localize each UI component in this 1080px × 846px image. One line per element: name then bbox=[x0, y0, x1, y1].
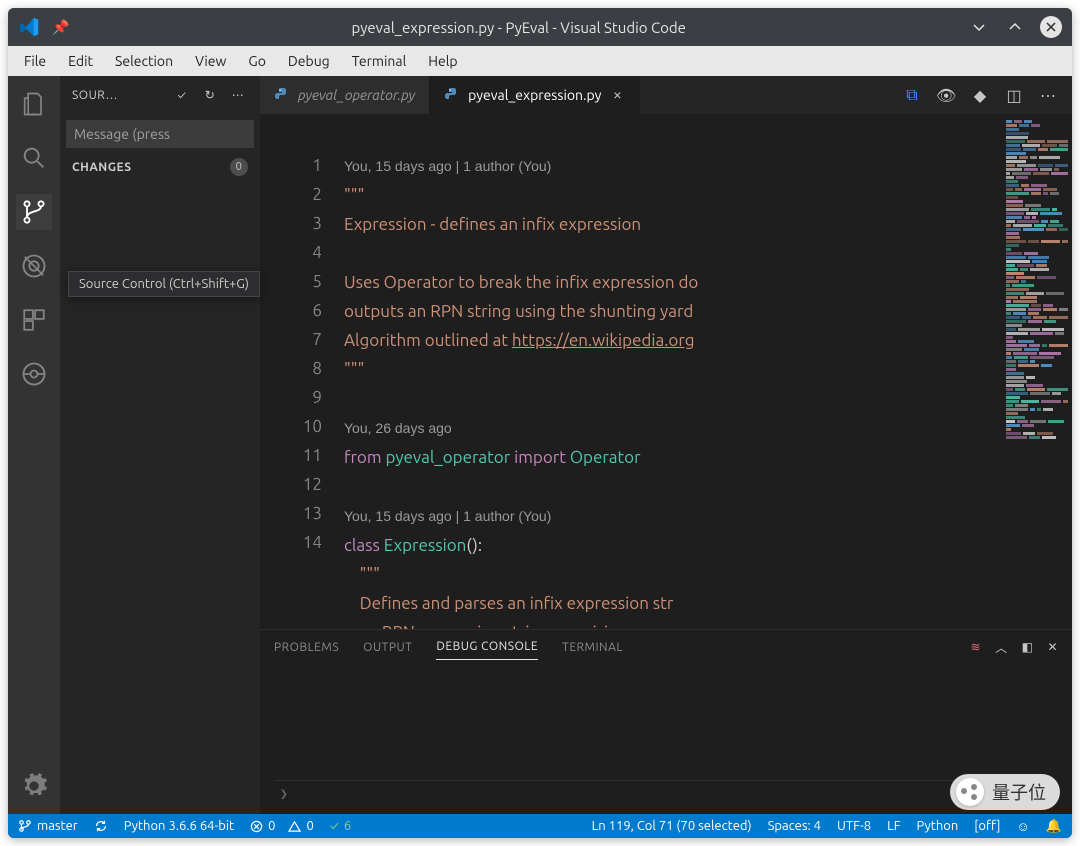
more-icon[interactable]: ⋯ bbox=[228, 88, 248, 102]
activity-bar: Source Control (Ctrl+Shift+G) bbox=[8, 76, 60, 814]
watermark-icon bbox=[956, 778, 984, 806]
menu-terminal[interactable]: Terminal bbox=[342, 49, 417, 73]
status-indentation[interactable]: Spaces: 4 bbox=[768, 819, 821, 833]
minimap[interactable] bbox=[1002, 114, 1072, 629]
close-panel-icon[interactable]: ✕ bbox=[1047, 640, 1058, 654]
status-cursor[interactable]: Ln 119, Col 71 (70 selected) bbox=[592, 819, 752, 833]
debug-console-body[interactable] bbox=[260, 664, 1072, 780]
status-python-version[interactable]: Python 3.6.6 64-bit bbox=[124, 819, 234, 833]
tab-label: pyeval_operator.py bbox=[298, 87, 415, 103]
menu-debug[interactable]: Debug bbox=[278, 49, 340, 73]
collapse-icon[interactable]: ︿ bbox=[995, 639, 1008, 656]
commit-icon[interactable]: ✓ bbox=[172, 89, 192, 102]
status-branch[interactable]: master bbox=[18, 819, 78, 833]
status-encoding[interactable]: UTF-8 bbox=[837, 819, 871, 833]
menu-help[interactable]: Help bbox=[418, 49, 467, 73]
sidebar-title: SOUR… bbox=[72, 89, 164, 102]
refresh-icon[interactable]: ↻ bbox=[200, 88, 220, 102]
changes-label: CHANGES bbox=[72, 161, 230, 174]
activity-tooltip: Source Control (Ctrl+Shift+G) bbox=[68, 271, 260, 297]
editor-area: pyeval_operator.py pyeval_expression.py … bbox=[260, 76, 1072, 814]
preview-icon[interactable]: 👁 bbox=[936, 86, 956, 105]
more-actions-icon[interactable]: ⋯ bbox=[1038, 86, 1058, 105]
diff-icon[interactable]: ◆ bbox=[970, 86, 990, 105]
vscode-logo-icon bbox=[18, 16, 40, 38]
status-tests[interactable]: ✓ 6 bbox=[330, 819, 351, 833]
compare-icon[interactable]: ⧉ bbox=[902, 86, 922, 105]
panel-tabs: PROBLEMS OUTPUT DEBUG CONSOLE TERMINAL ≋… bbox=[260, 630, 1072, 664]
explorer-icon[interactable] bbox=[16, 86, 52, 122]
close-tab-icon[interactable]: × bbox=[609, 86, 625, 104]
search-icon[interactable] bbox=[16, 140, 52, 176]
tab-pyeval-expression[interactable]: pyeval_expression.py × bbox=[430, 76, 640, 114]
changes-count-badge: 0 bbox=[230, 158, 248, 176]
editor-actions: ⧉ 👁 ◆ ◫ ⋯ bbox=[888, 76, 1072, 114]
vscode-window: 📌 pyeval_expression.py - PyEval - Visual… bbox=[8, 8, 1072, 838]
code-editor[interactable]: 1234567891011121314 You, 15 days ago | 1… bbox=[260, 114, 1072, 629]
tab-label: pyeval_expression.py bbox=[468, 87, 601, 103]
split-editor-icon[interactable]: ◫ bbox=[1004, 86, 1024, 105]
panel-tab-problems[interactable]: PROBLEMS bbox=[274, 635, 339, 660]
minimize-button[interactable] bbox=[968, 16, 990, 38]
pin-icon[interactable]: 📌 bbox=[52, 19, 69, 36]
close-button[interactable] bbox=[1040, 16, 1062, 38]
debug-console-input[interactable]: ❯ bbox=[274, 780, 1058, 808]
watermark: 量子位 bbox=[950, 774, 1060, 810]
panel-tab-debug-console[interactable]: DEBUG CONSOLE bbox=[436, 634, 538, 660]
source-control-icon[interactable] bbox=[16, 194, 52, 230]
sidebar: SOUR… ✓ ↻ ⋯ Message (press CHANGES 0 bbox=[60, 76, 260, 814]
menubar: File Edit Selection View Go Debug Termin… bbox=[8, 46, 1072, 76]
window-title: pyeval_expression.py - PyEval - Visual S… bbox=[69, 19, 968, 36]
changes-section[interactable]: CHANGES 0 bbox=[60, 148, 260, 186]
python-file-icon bbox=[444, 87, 460, 103]
status-eol[interactable]: LF bbox=[887, 819, 900, 833]
titlebar: 📌 pyeval_expression.py - PyEval - Visual… bbox=[8, 8, 1072, 46]
panel-tab-output[interactable]: OUTPUT bbox=[363, 635, 412, 660]
status-bar: master Python 3.6.6 64-bit 0 0 ✓ 6 Ln 11… bbox=[8, 814, 1072, 838]
commit-message-input[interactable]: Message (press bbox=[66, 120, 254, 148]
panel-tab-terminal[interactable]: TERMINAL bbox=[562, 635, 623, 660]
menu-go[interactable]: Go bbox=[238, 49, 275, 73]
gitlens-icon[interactable] bbox=[16, 356, 52, 392]
maximize-button[interactable] bbox=[1004, 16, 1026, 38]
status-notifications-icon[interactable]: 🔔 bbox=[1046, 819, 1062, 834]
debug-icon[interactable] bbox=[16, 248, 52, 284]
menu-edit[interactable]: Edit bbox=[58, 49, 103, 73]
menu-view[interactable]: View bbox=[185, 49, 236, 73]
tab-bar: pyeval_operator.py pyeval_expression.py … bbox=[260, 76, 1072, 114]
status-sync[interactable] bbox=[94, 819, 108, 833]
code-content[interactable]: You, 15 days ago | 1 author (You) """ Ex… bbox=[340, 114, 1002, 629]
maximize-panel-icon[interactable]: ◧ bbox=[1022, 640, 1034, 654]
line-numbers: 1234567891011121314 bbox=[260, 114, 340, 629]
status-live-server[interactable]: [off] bbox=[974, 819, 1000, 833]
sidebar-header: SOUR… ✓ ↻ ⋯ bbox=[60, 76, 260, 114]
watermark-text: 量子位 bbox=[992, 779, 1046, 805]
workbench: Source Control (Ctrl+Shift+G) SOUR… ✓ ↻ … bbox=[8, 76, 1072, 814]
menu-selection[interactable]: Selection bbox=[105, 49, 183, 73]
status-problems[interactable]: 0 0 bbox=[250, 819, 314, 833]
extensions-icon[interactable] bbox=[16, 302, 52, 338]
clear-console-icon[interactable]: ≋ bbox=[971, 640, 982, 654]
menu-file[interactable]: File bbox=[14, 49, 56, 73]
status-language[interactable]: Python bbox=[917, 819, 959, 833]
python-file-icon bbox=[274, 87, 290, 103]
tab-pyeval-operator[interactable]: pyeval_operator.py bbox=[260, 76, 430, 114]
status-feedback-icon[interactable]: ☺ bbox=[1017, 819, 1030, 834]
settings-gear-icon[interactable] bbox=[16, 768, 52, 804]
